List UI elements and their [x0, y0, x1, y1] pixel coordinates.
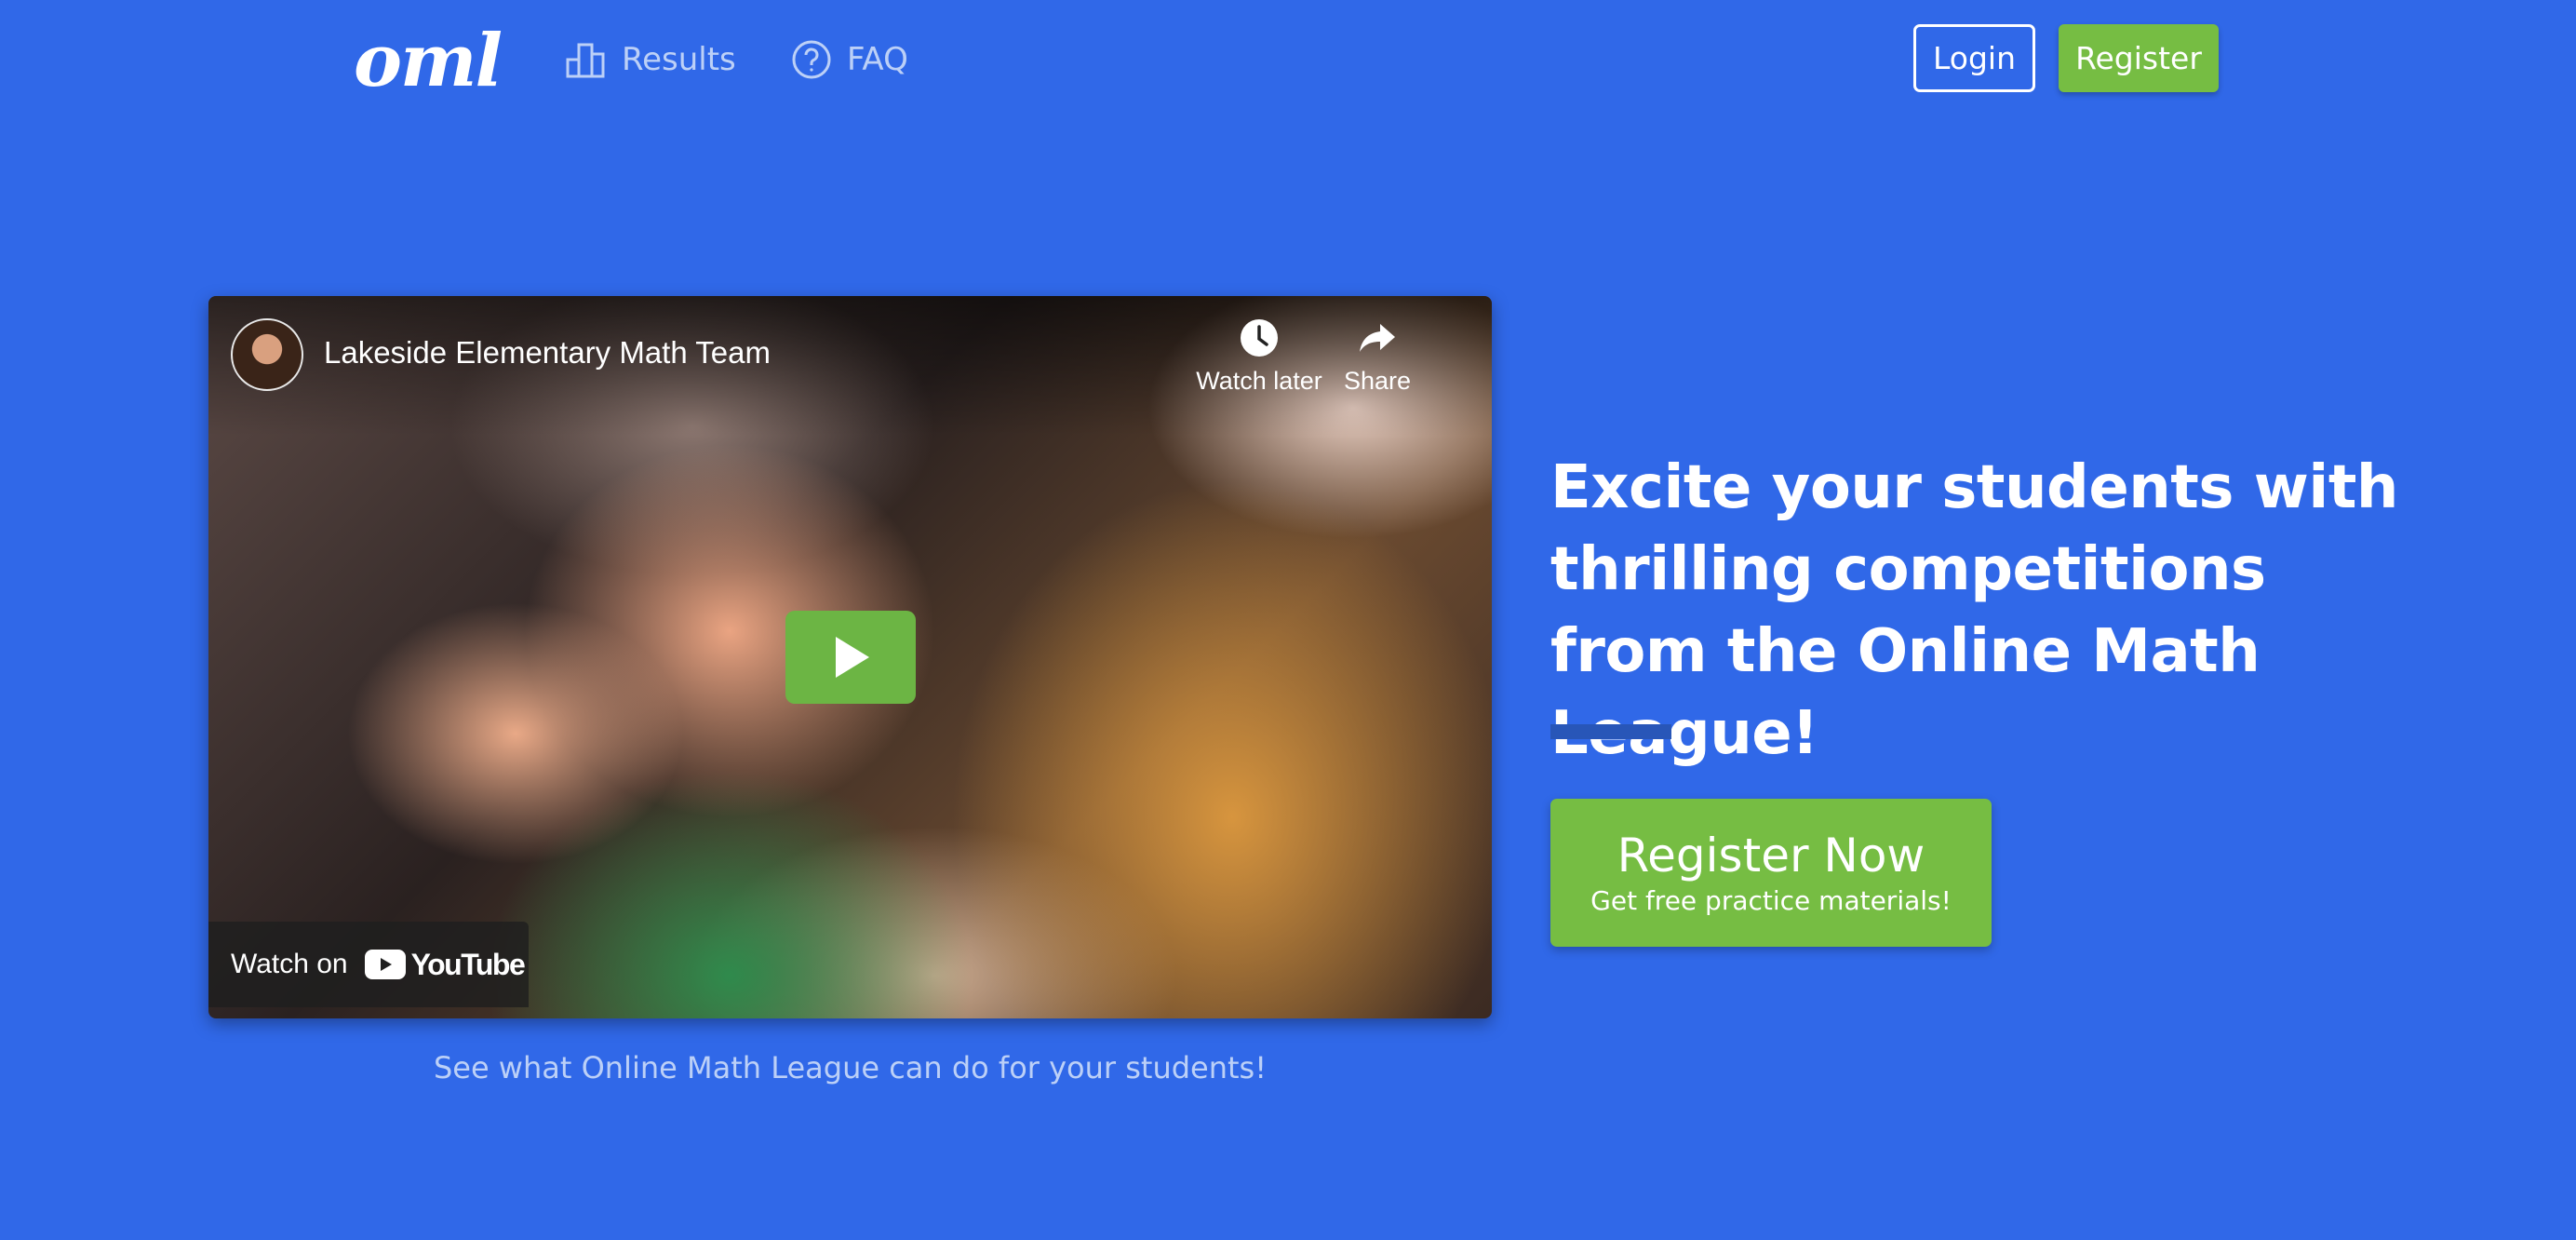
watch-on-youtube-button[interactable]: Watch on YouTube	[208, 922, 529, 1007]
register-now-sublabel: Get free practice materials!	[1590, 884, 1952, 916]
register-now-label: Register Now	[1617, 828, 1925, 883]
share-label: Share	[1343, 367, 1412, 395]
nav-results-label: Results	[622, 41, 736, 78]
register-button[interactable]: Register	[2059, 24, 2219, 92]
share-arrow-icon	[1360, 324, 1395, 352]
channel-avatar[interactable]	[231, 318, 303, 391]
clock-icon	[1241, 319, 1278, 357]
page: oml Results FAQ Login Register Lakeside …	[0, 0, 2576, 1240]
play-icon	[836, 637, 869, 678]
video-player[interactable]: Lakeside Elementary Math Team Watch late…	[208, 296, 1492, 1018]
headline-divider	[1550, 724, 1671, 739]
register-now-button[interactable]: Register Now Get free practice materials…	[1550, 799, 1992, 947]
hero-headline: Excite your students with thrilling comp…	[1550, 453, 2398, 768]
watch-on-label: Watch on	[231, 949, 348, 979]
video-title[interactable]: Lakeside Elementary Math Team	[324, 335, 771, 371]
watch-later-label: Watch later	[1196, 367, 1322, 395]
nav-faq-label: FAQ	[847, 41, 908, 78]
nav-faq-link[interactable]: FAQ	[789, 34, 908, 86]
oml-logo[interactable]: oml	[354, 19, 503, 103]
question-circle-icon	[792, 40, 831, 79]
share-button[interactable]: Share	[1312, 317, 1442, 396]
video-caption: See what Online Math League can do for y…	[433, 1050, 1268, 1085]
play-button[interactable]	[785, 611, 916, 704]
login-button[interactable]: Login	[1913, 24, 2035, 92]
watch-later-button[interactable]: Watch later	[1194, 317, 1324, 396]
bar-chart-icon	[566, 43, 605, 78]
youtube-play-icon	[364, 950, 406, 979]
youtube-wordmark: YouTube	[410, 947, 526, 981]
youtube-logo: YouTube	[364, 947, 526, 982]
nav-results-link[interactable]: Results	[564, 34, 736, 86]
